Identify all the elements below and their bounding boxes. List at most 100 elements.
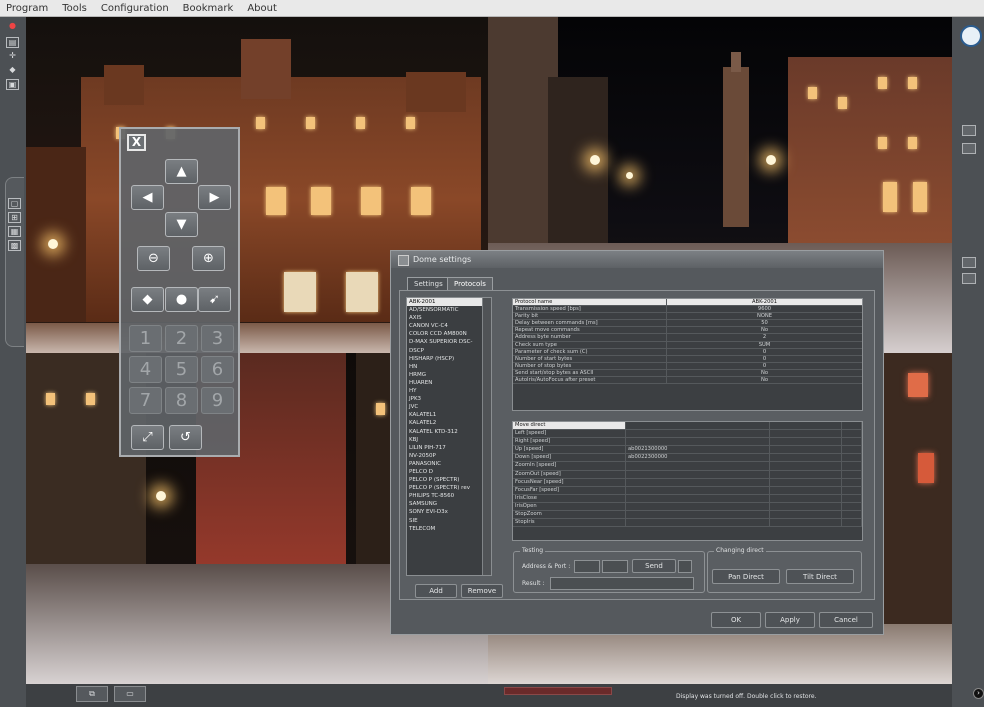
command-code[interactable] [626, 486, 770, 494]
command-code[interactable] [626, 494, 770, 502]
command-code[interactable] [626, 438, 770, 446]
command-code[interactable] [626, 511, 770, 519]
protocol-list-item[interactable]: PHILIPS TC-8560 [407, 492, 491, 500]
params-row[interactable]: Parity bit NONE [513, 313, 862, 321]
command-row[interactable]: StopZoom [513, 511, 862, 520]
protocol-list-item[interactable]: AD/SENSORMATIC [407, 306, 491, 314]
command-extra[interactable] [770, 470, 842, 478]
protocol-list-item[interactable]: SONY EVI-D3x [407, 508, 491, 516]
param-value[interactable]: No [667, 327, 862, 333]
protocol-list-item[interactable]: KBJ [407, 436, 491, 444]
param-value[interactable]: No [667, 377, 862, 383]
param-value[interactable]: 2 [667, 334, 862, 340]
commands-table[interactable]: Move direct Left [speed] Right [speed] Up [… [512, 421, 863, 541]
params-row[interactable]: Transmission speed [bps] 9600 [513, 306, 862, 314]
protocol-list-item[interactable]: D-MAX SUPERIOR DSC- [407, 338, 491, 346]
protocol-list-item[interactable]: NV-2050P [407, 452, 491, 460]
pan-right-button[interactable]: ▶ [198, 185, 231, 210]
param-value[interactable]: SUM [667, 342, 862, 348]
scroll-left-icon[interactable] [962, 257, 976, 268]
tool-icon[interactable]: ▤ [6, 37, 19, 48]
command-extra[interactable] [770, 494, 842, 502]
preset-1-button[interactable]: 1 [129, 325, 162, 352]
ptz-close-button[interactable]: X [127, 134, 146, 151]
fullscreen-button[interactable]: ⧉ [76, 686, 108, 702]
command-code[interactable] [626, 422, 770, 430]
param-value[interactable]: 0 [667, 363, 862, 369]
send-button[interactable]: Send [632, 559, 676, 573]
command-row[interactable]: FocusFar [speed] [513, 486, 862, 495]
param-value[interactable]: 0 [667, 349, 862, 355]
camera-remove-icon[interactable] [962, 143, 976, 154]
remove-protocol-button[interactable]: Remove [461, 584, 503, 598]
command-extra[interactable] [770, 438, 842, 446]
layout-1-icon[interactable]: ▢ [8, 198, 21, 209]
command-code[interactable] [626, 478, 770, 486]
command-extra-2[interactable] [842, 494, 862, 502]
zoom-in-button[interactable]: ⊕ [192, 246, 225, 271]
param-value[interactable]: 0 [667, 356, 862, 362]
protocol-list-item[interactable]: AXIS [407, 314, 491, 322]
command-extra-2[interactable] [842, 511, 862, 519]
protocol-list-item[interactable]: PELCO P (SPECTR) [407, 476, 491, 484]
command-row[interactable]: Move direct [513, 422, 862, 431]
protocol-list-item[interactable]: JVC [407, 403, 491, 411]
command-extra-2[interactable] [842, 454, 862, 462]
protocol-list-item[interactable]: ABK-2001 [407, 298, 491, 307]
send-option-box[interactable] [678, 560, 692, 573]
preset-8-button[interactable]: 8 [165, 387, 198, 414]
record-icon[interactable]: ● [6, 21, 19, 32]
move-icon[interactable]: ✛ [6, 51, 19, 62]
command-extra[interactable] [770, 430, 842, 438]
tilt-direct-button[interactable]: Tilt Direct [786, 569, 854, 584]
apply-button[interactable]: Apply [765, 612, 815, 628]
pan-left-button[interactable]: ◀ [131, 185, 164, 210]
protocol-list-item[interactable]: KALATEL1 [407, 411, 491, 419]
slow-speed-icon[interactable]: ◆ [131, 287, 164, 312]
protocol-list-item[interactable]: TELECOM [407, 525, 491, 533]
params-row[interactable]: Parameter of check sum (C) 0 [513, 348, 862, 356]
params-row[interactable]: Address byte number 2 [513, 334, 862, 342]
param-value[interactable]: No [667, 370, 862, 376]
window-button[interactable]: ▭ [114, 686, 146, 702]
params-row[interactable]: Check sum type SUM [513, 341, 862, 349]
command-code[interactable] [626, 430, 770, 438]
preset-4-button[interactable]: 4 [129, 356, 162, 383]
menu-configuration[interactable]: Configuration [101, 3, 169, 14]
command-code[interactable] [626, 470, 770, 478]
protocol-list-item[interactable]: HUAREN [407, 379, 491, 387]
command-extra[interactable] [770, 511, 842, 519]
protocol-list-item[interactable]: HN [407, 363, 491, 371]
command-row[interactable]: ZoomOut [speed] [513, 470, 862, 479]
protocol-list-item[interactable]: SIE [407, 517, 491, 525]
command-row[interactable]: IrisClose [513, 494, 862, 503]
protocol-list-item[interactable]: DSCP [407, 347, 491, 355]
address-input[interactable] [574, 560, 600, 573]
zoom-out-button[interactable]: ⊖ [137, 246, 170, 271]
command-extra-2[interactable] [842, 470, 862, 478]
command-extra[interactable] [770, 462, 842, 470]
command-row[interactable]: FocusNear [speed] [513, 478, 862, 487]
layout-9-icon[interactable]: ▦ [8, 226, 21, 237]
menu-program[interactable]: Program [6, 3, 48, 14]
params-row[interactable]: Number of stop bytes 0 [513, 362, 862, 370]
command-row[interactable]: Left [speed] [513, 430, 862, 439]
params-row[interactable]: Delay between commands [ms] 50 [513, 320, 862, 328]
command-code[interactable] [626, 519, 770, 527]
home-reset-icon[interactable]: ↺ [169, 425, 202, 450]
command-extra-2[interactable] [842, 430, 862, 438]
preset-3-button[interactable]: 3 [201, 325, 234, 352]
preset-6-button[interactable]: 6 [201, 356, 234, 383]
command-extra-2[interactable] [842, 519, 862, 527]
layout-16-icon[interactable]: ▩ [8, 240, 21, 251]
protocol-list-item[interactable]: LILIN PIH-717 [407, 444, 491, 452]
command-row[interactable]: Down [speed] ab0022300000 [513, 454, 862, 463]
protocol-list-scrollbar[interactable] [482, 298, 491, 575]
command-extra-2[interactable] [842, 446, 862, 454]
next-arrow-button[interactable]: › [973, 688, 984, 699]
protocol-list-item[interactable]: CANON VC-C4 [407, 322, 491, 330]
protocol-list-item[interactable]: PELCO P (SPECTR) rev [407, 484, 491, 492]
command-extra-2[interactable] [842, 422, 862, 430]
pan-direct-button[interactable]: Pan Direct [712, 569, 780, 584]
command-code[interactable]: ab0022300000 [626, 454, 770, 462]
